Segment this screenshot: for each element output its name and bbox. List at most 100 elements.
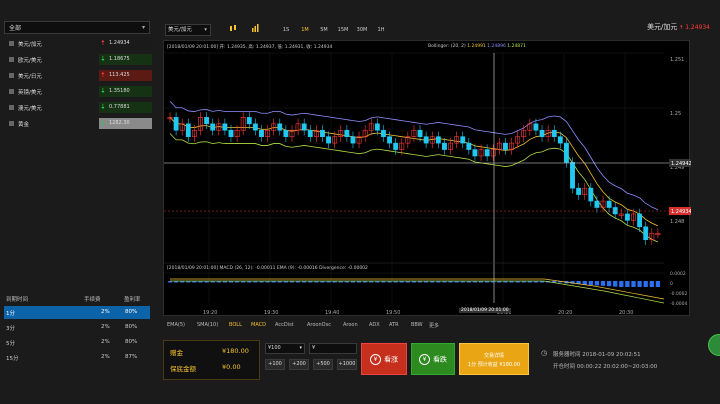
header-quote: 美元/加元 🠅 1.24934 <box>647 22 710 33</box>
quick-amount-button[interactable]: +200 <box>289 359 309 370</box>
pair-price-cell: 🠇 1.18675 <box>99 54 152 65</box>
legend-mid: 1.24896 <box>487 44 506 49</box>
pair-marker <box>9 89 14 94</box>
candle <box>637 213 643 228</box>
candle <box>484 149 490 157</box>
pair-price-cell: 🠇 1.35180 <box>99 86 152 97</box>
macd-bar <box>649 281 654 287</box>
candle <box>551 129 557 137</box>
amount-input[interactable]: ¥ <box>309 343 357 354</box>
category-select[interactable]: 全部 ▾ <box>4 21 150 34</box>
expiry-time: 15分 <box>6 356 19 362</box>
x-tick-label: 19:20 <box>203 310 217 316</box>
candle <box>643 226 649 240</box>
macd-bar <box>588 281 593 285</box>
chart-svg: 19:20 19:30 19:40 19:50 20:10 20:20 20:301.251… <box>164 52 691 316</box>
macd-tick-label: -0.0004 <box>670 301 688 307</box>
indicator-[interactable]: 更多 <box>429 322 439 329</box>
indicator-bbw[interactable]: BBW <box>411 322 423 328</box>
expiry-row[interactable]: 5分 2% 80% <box>4 336 150 349</box>
candle <box>381 129 386 137</box>
pair-item[interactable]: 欧元/美元 🠇 1.18675 <box>4 53 152 66</box>
open-time-label: 开仓时间 <box>553 364 576 370</box>
indicator-bar: EMA(5) SMA(10) BOLL MACD AccDist AroonOsc Aroo… <box>163 319 690 331</box>
candle <box>228 129 234 137</box>
expand-icon[interactable] <box>708 334 720 356</box>
server-time-value: 2018-01-09 20:02:51 <box>582 352 641 358</box>
pair-name: 澳元/美元 <box>18 106 42 112</box>
amount-select-value: ¥100 <box>268 345 281 351</box>
pair-name: 黄金 <box>18 122 30 128</box>
timeframe-1h[interactable]: 1H <box>374 24 388 36</box>
indicator-sma10[interactable]: SMA(10) <box>197 322 218 328</box>
pair-item[interactable]: 美元/日元 🠅 113.425 <box>4 69 152 82</box>
expiry-time: 3分 <box>6 326 15 332</box>
candle <box>502 142 508 150</box>
expiry-row[interactable]: 3分 2% 80% <box>4 321 150 334</box>
candle <box>594 200 600 208</box>
x-tick-label: 19:50 <box>386 310 400 316</box>
pair-price: 1.35180 <box>109 88 130 94</box>
expiry-fee: 2% <box>101 354 110 360</box>
indicator-accdist[interactable]: AccDist <box>275 322 294 328</box>
pair-price: 113.425 <box>109 72 130 78</box>
timeframe-30m[interactable]: 30M <box>355 24 369 36</box>
expiry-rate: 80% <box>125 309 138 315</box>
buy-up-label: 看涨 <box>384 355 398 364</box>
chart-legend: Bollinger: (20, 2) 1.24991 1.24896 1.248… <box>428 44 526 49</box>
pair-marker <box>9 121 14 126</box>
bar-chart-icon[interactable] <box>250 24 260 36</box>
indicator-aroonosc[interactable]: AroonOsc <box>307 322 331 328</box>
indicator-aroon[interactable]: Aroon <box>343 322 358 328</box>
current-price-label: 1.24934 <box>671 209 691 215</box>
server-time-label: 服务器时间 <box>553 352 581 358</box>
indicator-ema5[interactable]: EMA(5) <box>167 322 185 328</box>
expiry-fee: 2% <box>101 324 110 330</box>
macd-title: [2018/01/09 20:01:00] MACD (26, 12): -0.… <box>167 266 368 271</box>
clock-icon: ◷ <box>541 349 548 357</box>
quick-amount-button[interactable]: +1000 <box>337 359 357 370</box>
candle <box>173 117 179 131</box>
expiry-row[interactable]: 15分 2% 87% <box>4 351 150 364</box>
candle <box>557 136 563 144</box>
down-arrow-icon: 🠇 <box>101 119 105 127</box>
chart-pair-select[interactable]: 美元/加元 ▾ <box>165 24 211 36</box>
pair-item[interactable]: 英镑/美元 🠇 1.35180 <box>4 85 152 98</box>
pair-item[interactable]: 澳元/美元 🠇 0.77881 <box>4 101 152 114</box>
indicator-atr[interactable]: ATR <box>389 322 399 328</box>
quick-amount-button[interactable]: +100 <box>265 359 285 370</box>
buy-up-button[interactable]: ¥ 看涨 <box>361 343 407 375</box>
submit-order-button[interactable]: 交易详情 1分 预计收益 ¥180.00 <box>459 343 529 375</box>
quick-amount-button[interactable]: +500 <box>313 359 333 370</box>
expiry-rate: 80% <box>125 324 138 330</box>
candle <box>259 129 264 137</box>
macd-bar <box>625 281 630 287</box>
timeframe-1s[interactable]: 1S <box>279 24 293 36</box>
price-chart[interactable]: 19:20 19:30 19:40 19:50 20:10 20:20 20:30 1.251… <box>163 40 691 316</box>
pair-item[interactable]: 美元/加元 🠅 1.24934 <box>4 37 152 50</box>
indicator-macd[interactable]: MACD <box>251 322 266 328</box>
amount-select[interactable]: ¥100 ▾ <box>265 343 305 354</box>
candle <box>472 149 478 157</box>
pair-price-cell: 🠅 1.24934 <box>99 38 152 49</box>
candle <box>570 162 575 189</box>
pair-price: 1282.30 <box>109 120 130 126</box>
timeframe-15m[interactable]: 15M <box>336 24 350 36</box>
timeframe-5m[interactable]: 5M <box>317 24 331 36</box>
candle <box>307 129 313 137</box>
timeframe-1m[interactable]: 1M <box>298 24 312 36</box>
buy-down-button[interactable]: ¥ 看跌 <box>411 343 455 375</box>
chevron-down-icon: ▾ <box>299 345 302 351</box>
indicator-boll[interactable]: BOLL <box>229 322 242 328</box>
pair-item[interactable]: 黄金 🠇 1282.30 <box>4 117 152 130</box>
down-arrow-icon: 🠇 <box>101 103 105 111</box>
category-select-value: 全部 <box>9 25 22 32</box>
pair-price: 1.18675 <box>109 56 130 62</box>
candlestick-chart-icon[interactable] <box>228 24 238 36</box>
macd-bar <box>613 281 618 287</box>
yuan-icon: ¥ <box>419 354 430 365</box>
candle <box>277 123 283 131</box>
candle <box>222 123 228 131</box>
expiry-row[interactable]: 1分 2% 80% <box>4 306 150 319</box>
indicator-adx[interactable]: ADX <box>369 322 380 328</box>
